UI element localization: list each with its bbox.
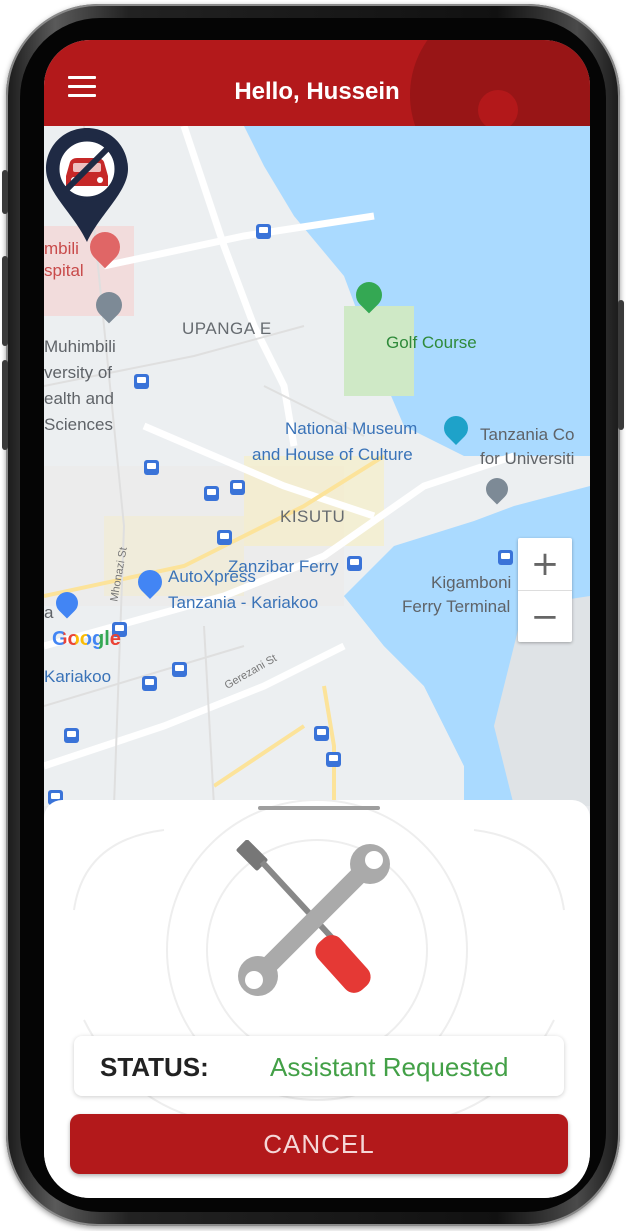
status-card: STATUS: Assistant Requested <box>74 1036 564 1096</box>
map-label-tanzania-commission: Tanzania Co <box>480 425 575 444</box>
map-label-national-museum: National Museum <box>285 419 418 438</box>
bus-stop-icon[interactable] <box>172 662 187 677</box>
map-label-tanzania-commission: for Universiti <box>480 449 575 468</box>
bus-stop-icon[interactable] <box>498 550 513 565</box>
sheet-drag-handle[interactable] <box>258 806 380 810</box>
bus-stop-icon[interactable] <box>326 752 341 767</box>
bus-stop-icon[interactable] <box>64 728 79 743</box>
google-logo: Google <box>52 628 121 651</box>
map-label-hospital: spital <box>44 261 84 280</box>
google-logo-text: Google <box>52 628 121 650</box>
phone-side-button <box>2 170 8 214</box>
map-label-upanga: UPANGA E <box>182 319 272 338</box>
bus-stop-icon[interactable] <box>204 486 219 501</box>
greeting-title: Hello, Hussein <box>234 78 400 105</box>
map-label-autoxpress: Tanzania - Kariakoo <box>168 593 319 612</box>
map-label-university: ealth and <box>44 389 114 408</box>
phone-side-button <box>618 300 624 430</box>
bus-stop-icon[interactable] <box>314 726 329 741</box>
map-label-university: versity of <box>44 363 113 382</box>
map-label-ferry-terminal: Ferry Terminal <box>402 597 511 616</box>
phone-side-button <box>2 256 8 346</box>
bus-stop-icon[interactable] <box>134 374 149 389</box>
bus-stop-icon[interactable] <box>256 224 271 239</box>
map-label-edge: a <box>44 603 54 622</box>
wrench-screwdriver-icon <box>236 840 390 996</box>
zoom-in-button[interactable]: + <box>518 538 572 590</box>
map-label-university: Sciences <box>44 415 113 434</box>
status-bottom-sheet: STATUS: Assistant Requested CANCEL <box>44 800 590 1198</box>
app-screen: mbili spital UPANGA E Muhimbili versity … <box>44 40 590 1198</box>
map-label-autoxpress: AutoXpress <box>168 567 256 586</box>
cancel-button[interactable]: CANCEL <box>70 1114 568 1174</box>
bus-stop-icon[interactable] <box>217 530 232 545</box>
zoom-controls: + − <box>518 538 572 642</box>
no-car-location-pin-icon[interactable] <box>44 126 130 244</box>
status-label: STATUS: <box>100 1052 209 1082</box>
map-label-muhimbili: Muhimbili <box>44 337 116 356</box>
map-label-kigamboni: Kigamboni <box>431 573 512 592</box>
phone-side-button <box>2 360 8 450</box>
map-view[interactable]: mbili spital UPANGA E Muhimbili versity … <box>44 126 590 806</box>
bus-stop-icon[interactable] <box>230 480 245 495</box>
bus-stop-icon[interactable] <box>142 676 157 691</box>
app-bar: Hello, Hussein <box>44 40 590 126</box>
map-label-golf-course: Golf Course <box>386 333 477 352</box>
map-label-national-museum: and House of Culture <box>252 445 413 464</box>
status-value: Assistant Requested <box>270 1052 509 1082</box>
bus-stop-icon[interactable] <box>347 556 362 571</box>
zoom-out-button[interactable]: − <box>518 591 572 643</box>
bus-stop-icon[interactable] <box>144 460 159 475</box>
map-label-kariakoo: Kariakoo <box>44 667 112 686</box>
map-label-kisutu: KISUTU <box>280 507 346 526</box>
